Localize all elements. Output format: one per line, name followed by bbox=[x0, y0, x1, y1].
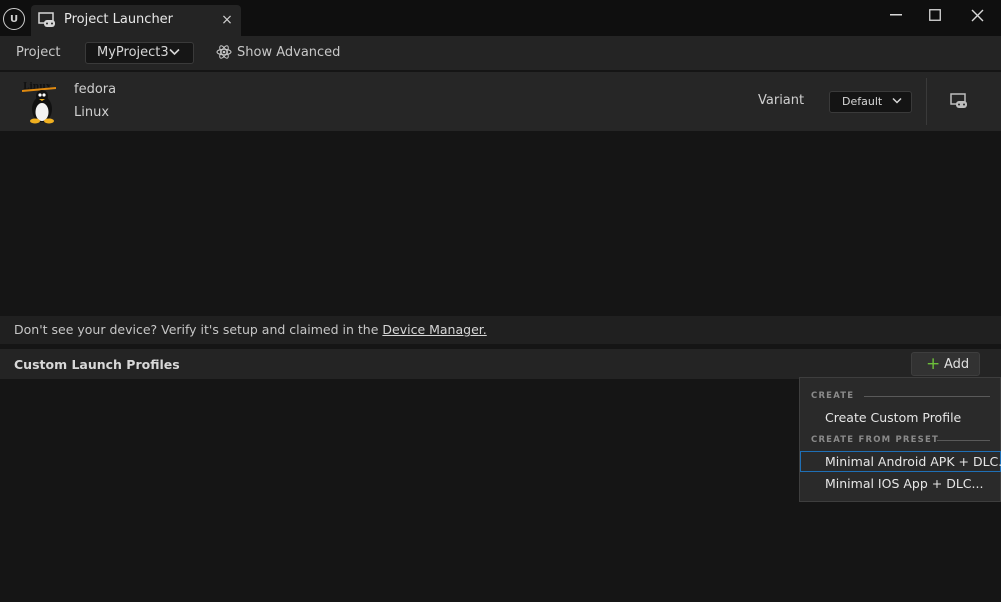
tab-project-launcher[interactable]: Project Launcher × bbox=[31, 5, 241, 36]
linux-penguin-icon: Linux bbox=[22, 82, 56, 124]
close-window-button[interactable] bbox=[957, 2, 997, 28]
menu-item-create-custom-profile[interactable]: Create Custom Profile bbox=[800, 407, 1001, 428]
variant-label: Variant bbox=[758, 93, 805, 108]
menu-item-minimal-ios[interactable]: Minimal IOS App + DLC... bbox=[800, 473, 1001, 494]
show-advanced-button[interactable]: Show Advanced bbox=[216, 44, 340, 60]
add-profile-label: Add bbox=[944, 357, 970, 372]
maximize-icon bbox=[929, 9, 941, 21]
show-advanced-label: Show Advanced bbox=[237, 44, 341, 60]
chevron-down-icon bbox=[892, 97, 902, 104]
menu-item-minimal-android[interactable]: Minimal Android APK + DLC... bbox=[800, 451, 1001, 472]
device-row[interactable]: Linux fedora Linux Variant Default bbox=[0, 72, 1001, 131]
custom-launch-profiles-title: Custom Launch Profiles bbox=[14, 357, 180, 372]
title-bar: U Project Launcher × bbox=[0, 0, 1001, 36]
add-profile-button[interactable]: + Add bbox=[911, 352, 980, 376]
device-settings-icon[interactable] bbox=[950, 93, 968, 109]
plus-icon: + bbox=[926, 354, 941, 374]
project-dropdown-value: MyProject3 bbox=[97, 45, 169, 60]
menu-item-label: Minimal Android APK + DLC... bbox=[825, 454, 1001, 469]
gamepad-monitor-icon bbox=[38, 12, 55, 27]
menu-item-label: Create Custom Profile bbox=[825, 410, 962, 425]
variant-dropdown-value: Default bbox=[842, 95, 883, 108]
add-profile-menu: CREATE Create Custom Profile CREATE FROM… bbox=[799, 377, 1001, 502]
menu-divider bbox=[937, 440, 990, 441]
menu-item-label: Minimal IOS App + DLC... bbox=[825, 476, 984, 491]
custom-launch-profiles-header: Custom Launch Profiles + Add bbox=[0, 349, 1001, 379]
minimize-icon bbox=[890, 14, 902, 16]
device-hint-bar: Don't see your device? Verify it's setup… bbox=[0, 316, 1001, 344]
variant-dropdown[interactable]: Default bbox=[829, 91, 912, 113]
atom-icon bbox=[216, 45, 232, 59]
minimize-button[interactable] bbox=[876, 2, 916, 28]
menu-divider bbox=[864, 396, 990, 397]
tab-title: Project Launcher bbox=[64, 12, 174, 27]
close-icon bbox=[971, 9, 983, 21]
divider bbox=[926, 78, 927, 125]
toolbar: Project MyProject3 Show Advanced bbox=[0, 36, 1001, 70]
menu-section-create-from-preset: CREATE FROM PRESET bbox=[811, 435, 939, 445]
device-name: fedora bbox=[74, 82, 117, 97]
unreal-logo-icon[interactable]: U bbox=[3, 8, 25, 30]
project-label: Project bbox=[16, 45, 61, 60]
device-hint-text: Don't see your device? Verify it's setup… bbox=[14, 322, 487, 337]
menu-section-create: CREATE bbox=[811, 391, 855, 401]
tab-close-icon[interactable]: × bbox=[217, 10, 237, 30]
chevron-down-icon bbox=[169, 48, 180, 56]
project-dropdown[interactable]: MyProject3 bbox=[85, 42, 194, 64]
device-manager-link[interactable]: Device Manager. bbox=[382, 322, 486, 337]
device-hint-message: Don't see your device? Verify it's setup… bbox=[14, 322, 383, 337]
maximize-button[interactable] bbox=[915, 2, 955, 28]
device-os: Linux bbox=[74, 105, 110, 120]
